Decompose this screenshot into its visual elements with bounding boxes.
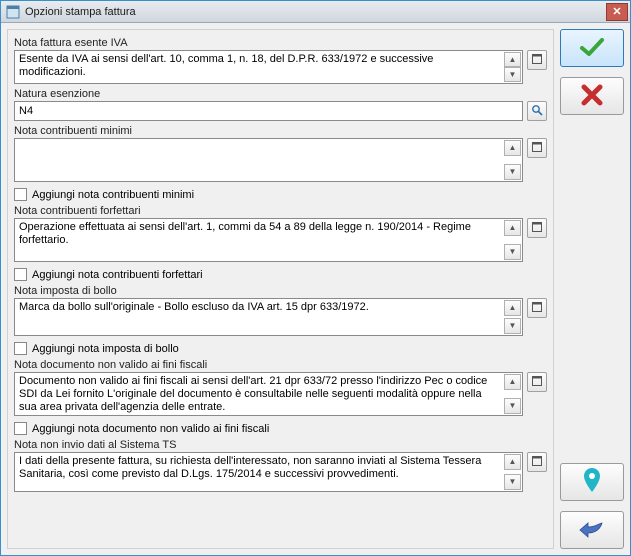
textarea-nota-minimi-container: ▲ ▼ — [14, 138, 523, 182]
search-icon — [531, 104, 543, 119]
scroll-up[interactable]: ▲ — [504, 300, 521, 316]
main-panel: Nota fattura esente IVA ▲ ▼ Natura esenz… — [7, 29, 554, 549]
textarea-nota-forfettari-container: ▲ ▼ — [14, 218, 523, 262]
label-natura-esenzione: Natura esenzione — [14, 88, 547, 100]
zoom-button-nota-forfettari[interactable] — [527, 218, 547, 238]
scroll-up[interactable]: ▲ — [504, 374, 521, 390]
maximize-icon — [532, 456, 542, 469]
zoom-button-nota-minimi[interactable] — [527, 138, 547, 158]
label-nota-nonvalido: Nota documento non valido ai fini fiscal… — [14, 359, 547, 371]
scroll-down[interactable]: ▼ — [504, 398, 521, 414]
marker-button[interactable] — [560, 463, 624, 501]
textarea-nota-ts-container: ▲ ▼ — [14, 452, 523, 492]
ok-button[interactable] — [560, 29, 624, 67]
scroll-down[interactable]: ▼ — [504, 164, 521, 180]
zoom-button-nota-esente[interactable] — [527, 50, 547, 70]
scrollbar-nota-esente: ▲ ▼ — [504, 52, 521, 82]
label-nota-ts: Nota non invio dati al Sistema TS — [14, 439, 547, 451]
lookup-natura-esenzione[interactable] — [527, 101, 547, 121]
maximize-icon — [532, 302, 542, 315]
textarea-nota-bollo[interactable] — [15, 299, 503, 335]
label-nota-minimi: Nota contribuenti minimi — [14, 125, 547, 137]
scrollbar-nota-forfettari: ▲ ▼ — [504, 220, 521, 260]
scroll-up[interactable]: ▲ — [504, 140, 521, 156]
app-icon — [5, 4, 21, 20]
textarea-nota-nonvalido[interactable] — [15, 373, 503, 415]
label-agg-minimi: Aggiungi nota contribuenti minimi — [32, 189, 194, 201]
pin-icon — [583, 468, 601, 497]
scroll-down[interactable]: ▼ — [504, 474, 521, 490]
checkbox-agg-nonvalido[interactable] — [14, 422, 27, 435]
scroll-up[interactable]: ▲ — [504, 52, 521, 67]
side-buttons — [560, 29, 624, 549]
zoom-button-nota-bollo[interactable] — [527, 298, 547, 318]
label-agg-forfettari: Aggiungi nota contribuenti forfettari — [32, 269, 203, 281]
label-agg-nonvalido: Aggiungi nota documento non valido ai fi… — [32, 423, 269, 435]
window-title: Opzioni stampa fattura — [25, 6, 604, 18]
textarea-nota-forfettari[interactable] — [15, 219, 503, 261]
maximize-icon — [532, 376, 542, 389]
check-icon — [578, 36, 606, 61]
maximize-icon — [532, 222, 542, 235]
textarea-nota-bollo-container: ▲ ▼ — [14, 298, 523, 336]
scrollbar-nota-minimi: ▲ ▼ — [504, 140, 521, 180]
textarea-nota-esente[interactable] — [15, 51, 503, 83]
label-nota-bollo: Nota imposta di bollo — [14, 285, 547, 297]
scrollbar-nota-ts: ▲ ▼ — [504, 454, 521, 490]
scroll-up[interactable]: ▲ — [504, 220, 521, 236]
scroll-down[interactable]: ▼ — [504, 67, 521, 82]
close-button[interactable]: ✕ — [606, 3, 628, 21]
label-nota-esente: Nota fattura esente IVA — [14, 37, 547, 49]
textarea-nota-esente-container: ▲ ▼ — [14, 50, 523, 84]
titlebar: Opzioni stampa fattura ✕ — [1, 1, 630, 23]
textarea-nota-nonvalido-container: ▲ ▼ — [14, 372, 523, 416]
scrollbar-nota-bollo: ▲ ▼ — [504, 300, 521, 334]
zoom-button-nota-nonvalido[interactable] — [527, 372, 547, 392]
input-natura-esenzione[interactable] — [14, 101, 523, 121]
zoom-button-nota-ts[interactable] — [527, 452, 547, 472]
cancel-button[interactable] — [560, 77, 624, 115]
label-agg-bollo: Aggiungi nota imposta di bollo — [32, 343, 179, 355]
textarea-nota-ts[interactable] — [15, 453, 503, 491]
label-nota-forfettari: Nota contribuenti forfettari — [14, 205, 547, 217]
scroll-down[interactable]: ▼ — [504, 244, 521, 260]
textarea-nota-minimi[interactable] — [15, 139, 503, 181]
undo-icon — [578, 519, 606, 542]
checkbox-agg-forfettari[interactable] — [14, 268, 27, 281]
undo-button[interactable] — [560, 511, 624, 549]
maximize-icon — [532, 54, 542, 67]
scroll-down[interactable]: ▼ — [504, 318, 521, 334]
cross-icon — [580, 83, 604, 110]
checkbox-agg-minimi[interactable] — [14, 188, 27, 201]
checkbox-agg-bollo[interactable] — [14, 342, 27, 355]
maximize-icon — [532, 142, 542, 155]
scrollbar-nota-nonvalido: ▲ ▼ — [504, 374, 521, 414]
scroll-up[interactable]: ▲ — [504, 454, 521, 470]
